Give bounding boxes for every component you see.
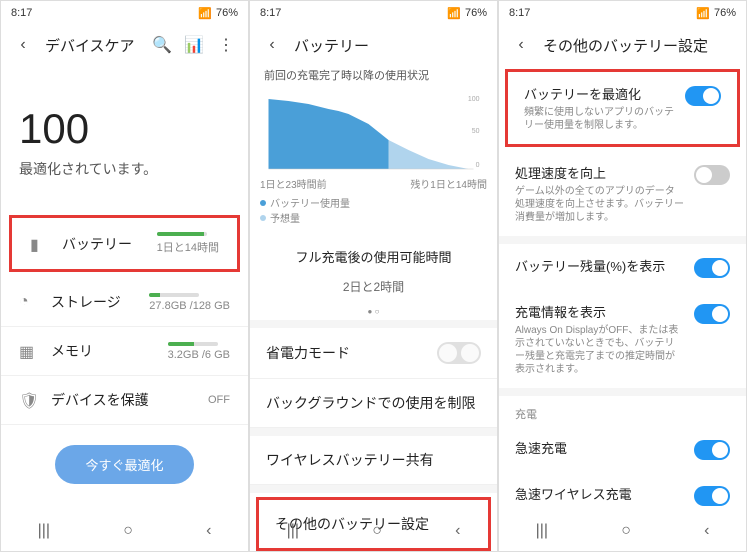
chart-icon[interactable]: 📊: [184, 35, 204, 55]
page-dots: ● ○: [250, 303, 497, 320]
usage-chart: 100 50 0 1日と23時間前残り1日と14時間 バッテリー使用量 予想量: [260, 91, 487, 229]
percent-toggle[interactable]: [694, 258, 730, 278]
header: ‹ その他のバッテリー設定: [499, 25, 746, 65]
svg-text:50: 50: [472, 128, 480, 135]
nav-bar: ||| ○ ‹: [250, 511, 497, 551]
charge-info-setting[interactable]: 充電情報を表示 Always On DisplayがOFF、または表示されていな…: [499, 290, 746, 388]
nav-recent-icon[interactable]: |||: [287, 522, 299, 540]
back-icon[interactable]: ‹: [262, 35, 282, 55]
nav-back-icon[interactable]: ‹: [206, 522, 211, 540]
search-icon[interactable]: 🔍: [152, 35, 172, 55]
nav-home-icon[interactable]: ○: [123, 522, 133, 540]
storage-icon: ◔: [19, 293, 37, 311]
svg-text:0: 0: [476, 162, 480, 169]
optimize-toggle[interactable]: [685, 86, 721, 106]
speed-setting[interactable]: 処理速度を向上 ゲーム以外の全てのアプリのデータ処理速度を向上させます。バッテリ…: [499, 151, 746, 236]
fast-toggle[interactable]: [694, 440, 730, 460]
nav-recent-icon[interactable]: |||: [38, 522, 50, 540]
full-charge-label: フル充電後の使用可能時間: [250, 235, 497, 278]
nav-home-icon[interactable]: ○: [621, 522, 631, 540]
bg-limit-item[interactable]: バックグラウンドでの使用を制限: [250, 379, 497, 428]
storage-item[interactable]: ◔ ストレージ 27.8GB /128 GB: [1, 278, 248, 327]
svg-text:100: 100: [468, 96, 480, 103]
page-title: バッテリー: [294, 35, 485, 56]
percent-setting[interactable]: バッテリー残量(%)を表示: [499, 244, 746, 290]
nav-back-icon[interactable]: ‹: [704, 522, 709, 540]
nav-recent-icon[interactable]: |||: [536, 522, 548, 540]
wireless-item[interactable]: ワイヤレスバッテリー共有: [250, 436, 497, 485]
optimize-setting[interactable]: バッテリーを最適化 頻繁に使用しないアプリのバッテリー使用量を制限します。: [508, 72, 737, 144]
status-bar: 8:17 📶76%: [250, 1, 497, 25]
power-save-item[interactable]: 省電力モード: [250, 328, 497, 379]
page-title: その他のバッテリー設定: [543, 35, 734, 56]
optimize-button[interactable]: 今すぐ最適化: [55, 445, 193, 484]
more-icon[interactable]: ⋮: [216, 35, 236, 55]
battery-item[interactable]: ▮ バッテリー 1日と14時間: [12, 218, 237, 269]
header: ‹ バッテリー: [250, 25, 497, 65]
power-save-toggle[interactable]: [437, 342, 481, 364]
status-bar: 8:17 📶76%: [499, 1, 746, 25]
highlight-optimize: バッテリーを最適化 頻繁に使用しないアプリのバッテリー使用量を制限します。: [505, 69, 740, 147]
memory-icon: ▦: [19, 342, 37, 360]
speed-toggle[interactable]: [694, 165, 730, 185]
protect-item[interactable]: 🛡 デバイスを保護 OFF: [1, 376, 248, 425]
shield-icon: 🛡: [19, 391, 37, 409]
highlight-battery: ▮ バッテリー 1日と14時間: [9, 215, 240, 272]
duration: 2日と2時間: [250, 278, 497, 303]
battery-icon: ▮: [30, 235, 48, 253]
charge-info-toggle[interactable]: [694, 304, 730, 324]
nav-bar: ||| ○ ‹: [499, 511, 746, 551]
header: ‹ デバイスケア 🔍 📊 ⋮: [1, 25, 248, 65]
status-bar: 8:17 📶76%: [1, 1, 248, 25]
page-title: デバイスケア: [45, 35, 140, 56]
nav-home-icon[interactable]: ○: [372, 522, 382, 540]
score: 100: [1, 65, 248, 159]
back-icon[interactable]: ‹: [511, 35, 531, 55]
charge-section: 充電: [499, 396, 746, 426]
back-icon[interactable]: ‹: [13, 35, 33, 55]
status-text: 最適化されています。: [1, 159, 248, 209]
fast-charge-setting[interactable]: 急速充電: [499, 426, 746, 472]
fast-wireless-toggle[interactable]: [694, 486, 730, 506]
memory-item[interactable]: ▦ メモリ 3.2GB /6 GB: [1, 327, 248, 376]
chart-title: 前回の充電完了時以降の使用状況: [250, 65, 497, 85]
nav-bar: ||| ○ ‹: [1, 511, 248, 551]
nav-back-icon[interactable]: ‹: [455, 522, 460, 540]
